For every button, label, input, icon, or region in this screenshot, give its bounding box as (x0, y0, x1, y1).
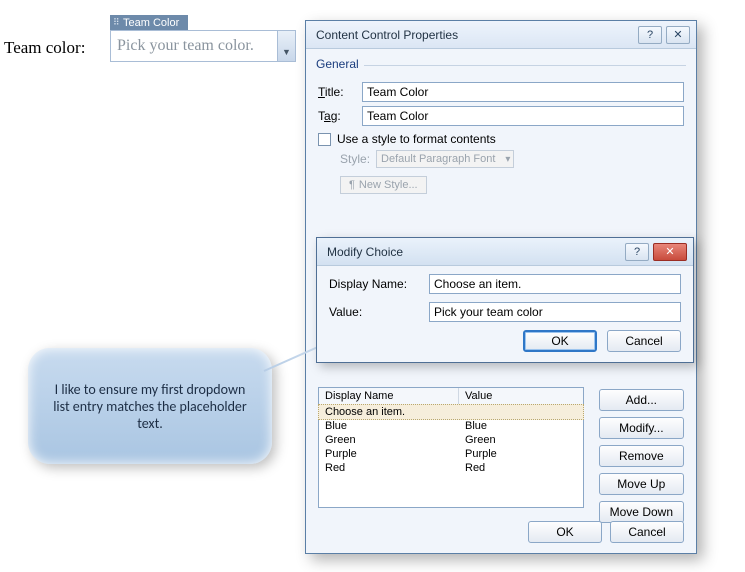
cancel-button[interactable]: Cancel (610, 521, 684, 543)
list-item-value: Purple (465, 448, 577, 460)
list-header-name: Display Name (319, 388, 459, 404)
sub-dialog-titlebar: Modify Choice ? ✕ (317, 238, 693, 266)
list-item-name: Purple (325, 448, 465, 460)
dialog-title: Content Control Properties (316, 28, 634, 42)
style-combo: Default Paragraph Font (376, 150, 514, 168)
move-down-button[interactable]: Move Down (599, 501, 684, 523)
document-field-label: Team color: (4, 38, 85, 58)
list-item[interactable]: RedRed (319, 461, 583, 475)
chevron-down-icon: ▼ (282, 47, 291, 57)
list-item-value: Blue (465, 420, 577, 432)
sub-help-button[interactable]: ? (625, 243, 649, 261)
list-item-name: Green (325, 434, 465, 446)
list-header-value: Value (459, 388, 583, 404)
new-style-icon: ¶ (349, 179, 355, 191)
use-style-checkbox[interactable] (318, 133, 331, 146)
list-item-value (465, 406, 577, 418)
list-item-name: Choose an item. (325, 406, 465, 418)
list-header: Display Name Value (318, 387, 584, 404)
list-item[interactable]: BlueBlue (319, 419, 583, 433)
remove-button[interactable]: Remove (599, 445, 684, 467)
use-style-label: Use a style to format contents (337, 132, 496, 146)
content-control-placeholder: Pick your team color. (111, 31, 277, 61)
add-button[interactable]: Add... (599, 389, 684, 411)
section-divider (364, 65, 686, 66)
list-item-name: Red (325, 462, 465, 474)
style-label: Style: (340, 152, 370, 166)
callout-bubble: I like to ensure my first dropdown list … (28, 348, 272, 464)
callout-text: I like to ensure my first dropdown list … (46, 381, 254, 432)
list-item[interactable]: Choose an item. (318, 404, 584, 420)
sub-dialog-title: Modify Choice (327, 245, 621, 259)
move-up-button[interactable]: Move Up (599, 473, 684, 495)
close-button[interactable]: ✕ (666, 26, 690, 44)
display-name-input[interactable] (429, 274, 681, 294)
list-item[interactable]: PurplePurple (319, 447, 583, 461)
list-item[interactable]: GreenGreen (319, 433, 583, 447)
tag-label: Tag: (318, 109, 362, 123)
sub-ok-button[interactable]: OK (523, 330, 597, 352)
title-input[interactable] (362, 82, 684, 102)
content-control-field[interactable]: Pick your team color. ▼ (110, 30, 296, 62)
new-style-button: ¶ New Style... (340, 176, 427, 194)
content-control-title-tab[interactable]: Team Color (110, 15, 188, 30)
modify-button[interactable]: Modify... (599, 417, 684, 439)
sub-close-button[interactable]: ✕ (653, 243, 687, 261)
list-item-name: Blue (325, 420, 465, 432)
modify-choice-dialog: Modify Choice ? ✕ Display Name: Value: O… (316, 237, 694, 363)
display-name-label: Display Name: (329, 277, 421, 291)
list-box[interactable]: Choose an item.BlueBlueGreenGreenPurpleP… (318, 404, 584, 508)
list-item-value: Green (465, 434, 577, 446)
content-control: Team Color Pick your team color. ▼ (110, 15, 296, 62)
section-general-label: General (316, 57, 696, 71)
list-item-value: Red (465, 462, 577, 474)
sub-cancel-button[interactable]: Cancel (607, 330, 681, 352)
content-control-dropdown-button[interactable]: ▼ (277, 31, 295, 61)
ok-button[interactable]: OK (528, 521, 602, 543)
tag-input[interactable] (362, 106, 684, 126)
dialog-titlebar: Content Control Properties ? ✕ (306, 21, 696, 49)
title-label: Title: (318, 85, 362, 99)
value-input[interactable] (429, 302, 681, 322)
value-label: Value: (329, 305, 421, 319)
help-button[interactable]: ? (638, 26, 662, 44)
